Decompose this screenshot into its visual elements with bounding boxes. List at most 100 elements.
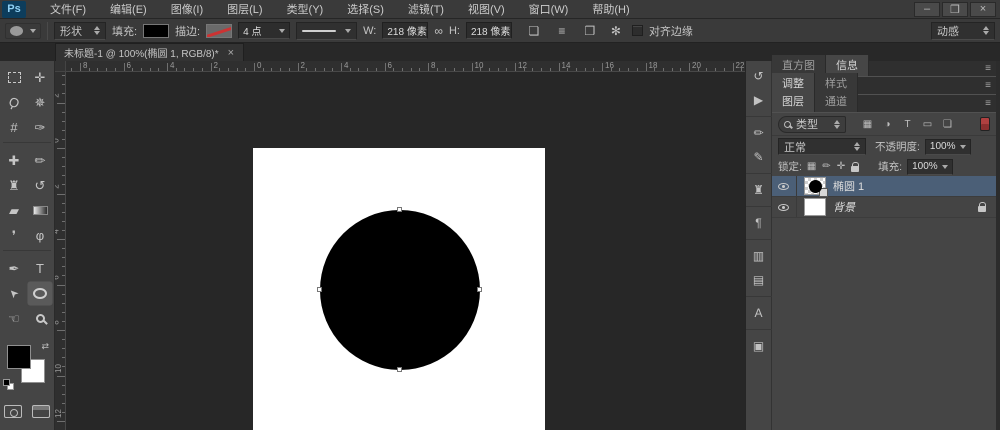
layer-row-ellipse[interactable]: 椭圆 1 xyxy=(772,176,996,197)
fill-field[interactable]: 100% xyxy=(907,159,953,175)
lock-pixels-icon[interactable]: ✏ xyxy=(822,161,830,172)
close-button[interactable]: × xyxy=(970,2,996,17)
healing-brush-tool[interactable]: ✚ xyxy=(1,148,27,173)
panel-menu-icon[interactable]: ≡ xyxy=(985,80,991,91)
restore-button[interactable]: ❐ xyxy=(942,2,968,17)
rectangular-marquee-tool[interactable] xyxy=(1,65,27,90)
lock-position-icon[interactable]: ✛ xyxy=(837,161,845,172)
menu-item[interactable]: 类型(Y) xyxy=(275,0,336,19)
document-canvas[interactable] xyxy=(253,148,545,430)
menu-item[interactable]: 编辑(E) xyxy=(98,0,159,19)
blur-tool[interactable]: ❜ xyxy=(1,223,27,248)
ellipse-tool[interactable] xyxy=(27,281,53,306)
filter-pixel-layers-icon[interactable]: ▦ xyxy=(859,117,876,132)
eyedropper-tool[interactable]: ✑ xyxy=(27,115,53,140)
zoom-tool[interactable] xyxy=(27,306,53,331)
paragraph-styles-panel-icon[interactable]: ▤ xyxy=(748,268,770,292)
type-tool[interactable]: T xyxy=(27,256,53,281)
filter-smart-objects-icon[interactable]: ❏ xyxy=(939,117,956,132)
layer-thumbnail[interactable] xyxy=(804,177,826,195)
layer-name[interactable]: 背景 xyxy=(833,199,855,215)
path-alignment-button[interactable]: ≡ xyxy=(552,22,572,40)
layer-filter-select[interactable]: 类型 xyxy=(778,116,846,133)
hand-tool[interactable]: ☜ xyxy=(1,306,27,331)
document-tab[interactable]: 未标题-1 @ 100%(椭圆 1, RGB/8)* × xyxy=(55,43,244,61)
anchor-point-top[interactable] xyxy=(397,207,402,212)
panel-menu-icon[interactable]: ≡ xyxy=(985,98,991,109)
quick-mask-button[interactable] xyxy=(4,405,22,418)
minimize-button[interactable]: – xyxy=(914,2,940,17)
stroke-width-field[interactable]: 4 点 xyxy=(238,22,290,39)
eraser-tool[interactable]: ▰ xyxy=(1,198,27,223)
brush-tool[interactable]: ✏ xyxy=(27,148,53,173)
gradient-tool[interactable] xyxy=(27,198,53,223)
opacity-field[interactable]: 100% xyxy=(925,139,971,155)
visibility-eye-icon[interactable] xyxy=(778,183,789,190)
history-panel-icon[interactable]: ↺ xyxy=(748,64,770,88)
height-field[interactable]: 218 像素 xyxy=(466,22,512,39)
close-tab-icon[interactable]: × xyxy=(227,47,235,59)
ellipse-shape[interactable] xyxy=(320,210,480,370)
menu-item[interactable]: 滤镜(T) xyxy=(396,0,456,19)
filter-toggle-switch[interactable] xyxy=(980,117,990,131)
paragraph-panel-icon[interactable]: ¶ xyxy=(748,211,770,235)
character-styles-panel-icon[interactable]: A xyxy=(748,301,770,325)
path-arrangement-button[interactable]: ❐ xyxy=(580,22,600,40)
menu-item[interactable]: 图层(L) xyxy=(215,0,274,19)
tool-mode-select[interactable]: 形状 xyxy=(54,22,106,40)
tab-channels[interactable]: 通道 xyxy=(815,91,858,112)
lock-transparency-icon[interactable]: ▦ xyxy=(807,161,816,172)
brush-presets-panel-icon[interactable]: ✎ xyxy=(748,145,770,169)
path-selection-tool[interactable]: ➤ xyxy=(1,281,27,306)
default-colors-icon[interactable] xyxy=(3,379,15,391)
screen-mode-button[interactable] xyxy=(32,405,50,418)
lasso-tool[interactable]: Ϙ xyxy=(1,90,27,115)
pen-tool[interactable]: ✒ xyxy=(1,256,27,281)
filter-adjustment-layers-icon[interactable]: ◑ xyxy=(879,117,896,132)
menu-item[interactable]: 文件(F) xyxy=(38,0,98,19)
clone-stamp-tool[interactable]: ♜ xyxy=(1,173,27,198)
lock-all-icon[interactable] xyxy=(851,166,859,172)
ruler-origin-corner[interactable] xyxy=(55,61,66,72)
swap-colors-icon[interactable]: ⇄ xyxy=(41,341,49,352)
character-panel-icon[interactable]: ▥ xyxy=(748,244,770,268)
path-operations-button[interactable]: ❏ xyxy=(524,22,544,40)
layer-row-background[interactable]: 背景 xyxy=(772,197,996,218)
move-tool[interactable]: ✛ xyxy=(27,65,53,90)
magic-wand-tool[interactable]: ✵ xyxy=(27,90,53,115)
menu-item[interactable]: 图像(I) xyxy=(159,0,215,19)
anchor-point-left[interactable] xyxy=(317,287,322,292)
crop-tool[interactable]: # xyxy=(1,115,27,140)
visibility-eye-icon[interactable] xyxy=(778,204,789,211)
filter-type-layers-icon[interactable]: T xyxy=(899,117,916,132)
stroke-color-swatch[interactable] xyxy=(206,24,232,38)
properties-panel-icon[interactable]: ▣ xyxy=(748,334,770,358)
anchor-point-right[interactable] xyxy=(477,287,482,292)
menu-item[interactable]: 选择(S) xyxy=(335,0,396,19)
filter-shape-layers-icon[interactable]: ▭ xyxy=(919,117,936,132)
width-field[interactable]: 218 像素 xyxy=(382,22,428,39)
vertical-ruler[interactable]: 2024681012 xyxy=(55,72,66,430)
tab-layers[interactable]: 图层 xyxy=(772,91,815,112)
gear-icon[interactable]: ✻ xyxy=(606,22,626,40)
fill-color-swatch[interactable] xyxy=(143,24,169,38)
workspace-select[interactable]: 动感 xyxy=(931,22,995,40)
menu-item[interactable]: 视图(V) xyxy=(456,0,517,19)
layer-thumbnail[interactable] xyxy=(804,198,826,216)
dodge-tool[interactable]: φ xyxy=(27,223,53,248)
brush-panel-icon[interactable]: ✏ xyxy=(748,121,770,145)
horizontal-ruler[interactable]: 86420246810121416182022 xyxy=(66,61,745,72)
menu-item[interactable]: 帮助(H) xyxy=(580,0,641,19)
panel-menu-icon[interactable]: ≡ xyxy=(985,63,991,74)
anchor-point-bottom[interactable] xyxy=(397,367,402,372)
layer-name[interactable]: 椭圆 1 xyxy=(833,178,864,194)
blend-mode-select[interactable]: 正常 xyxy=(778,138,866,155)
actions-panel-icon[interactable]: ▶ xyxy=(748,88,770,112)
menu-item[interactable]: 窗口(W) xyxy=(517,0,581,19)
link-dimensions-icon[interactable]: ∞ xyxy=(434,24,443,38)
align-edges-checkbox[interactable] xyxy=(632,25,643,36)
tool-preset-picker[interactable] xyxy=(5,23,41,39)
history-brush-tool[interactable]: ↺ xyxy=(27,173,53,198)
clone-source-panel-icon[interactable]: ♜ xyxy=(748,178,770,202)
foreground-color-swatch[interactable] xyxy=(7,345,31,369)
